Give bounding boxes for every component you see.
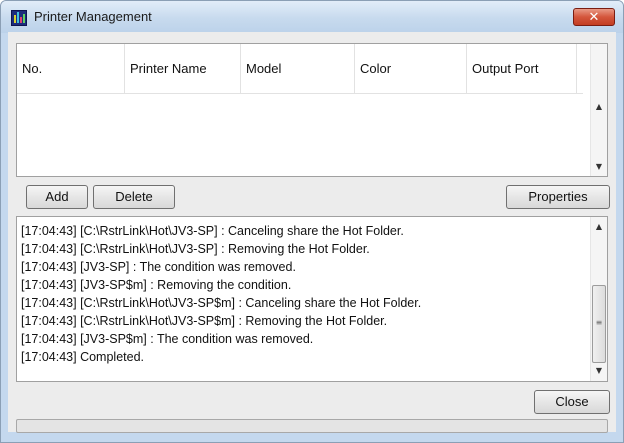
column-header-model[interactable]: Model [241, 44, 355, 93]
column-header-no[interactable]: No. [17, 44, 125, 93]
log-line: [17:04:43] [C:\RstrLink\Hot\JV3-SP$m] : … [21, 314, 388, 328]
printer-table-scrollbar[interactable]: ▲ ▼ [590, 44, 607, 176]
grip-icon: ≡ [595, 318, 603, 327]
printer-table[interactable]: No. Printer Name Model Color Output Port… [16, 43, 608, 177]
log-line: [17:04:43] [JV3-SP] : The condition was … [21, 260, 296, 274]
log-line: [17:04:43] [JV3-SP$m] : Removing the con… [21, 278, 292, 292]
column-header-output-port[interactable]: Output Port [467, 44, 577, 93]
app-icon [11, 10, 27, 26]
log-line: [17:04:43] [JV3-SP$m] : The condition wa… [21, 332, 314, 346]
scroll-up-arrow-icon[interactable]: ▲ [591, 100, 607, 114]
log-scrollbar[interactable]: ▲ ≡ ▼ [590, 217, 607, 381]
status-bar [16, 419, 608, 433]
scroll-down-arrow-icon[interactable]: ▼ [591, 364, 607, 378]
log-lines: [17:04:43] [C:\RstrLink\Hot\JV3-SP] : Ca… [21, 222, 587, 366]
window-title: Printer Management [34, 9, 152, 24]
printer-table-header: No. Printer Name Model Color Output Port [17, 44, 583, 94]
log-line: [17:04:43] Completed. [21, 350, 144, 364]
close-icon: ✕ [588, 10, 600, 25]
window-close-button[interactable]: ✕ [573, 8, 615, 26]
log-scroll-thumb[interactable]: ≡ [592, 285, 606, 363]
scroll-up-arrow-icon[interactable]: ▲ [591, 220, 607, 234]
delete-button[interactable]: Delete [93, 185, 175, 209]
log-panel[interactable]: [17:04:43] [C:\RstrLink\Hot\JV3-SP] : Ca… [16, 216, 608, 382]
log-line: [17:04:43] [C:\RstrLink\Hot\JV3-SP] : Re… [21, 242, 370, 256]
column-header-printer-name[interactable]: Printer Name [125, 44, 241, 93]
scroll-down-arrow-icon[interactable]: ▼ [591, 160, 607, 174]
column-header-color[interactable]: Color [355, 44, 467, 93]
log-line: [17:04:43] [C:\RstrLink\Hot\JV3-SP] : Ca… [21, 224, 404, 238]
title-bar[interactable]: Printer Management ✕ [1, 1, 623, 33]
add-button[interactable]: Add [26, 185, 88, 209]
log-line: [17:04:43] [C:\RstrLink\Hot\JV3-SP$m] : … [21, 296, 422, 310]
properties-button[interactable]: Properties [506, 185, 610, 209]
close-button[interactable]: Close [534, 390, 610, 414]
